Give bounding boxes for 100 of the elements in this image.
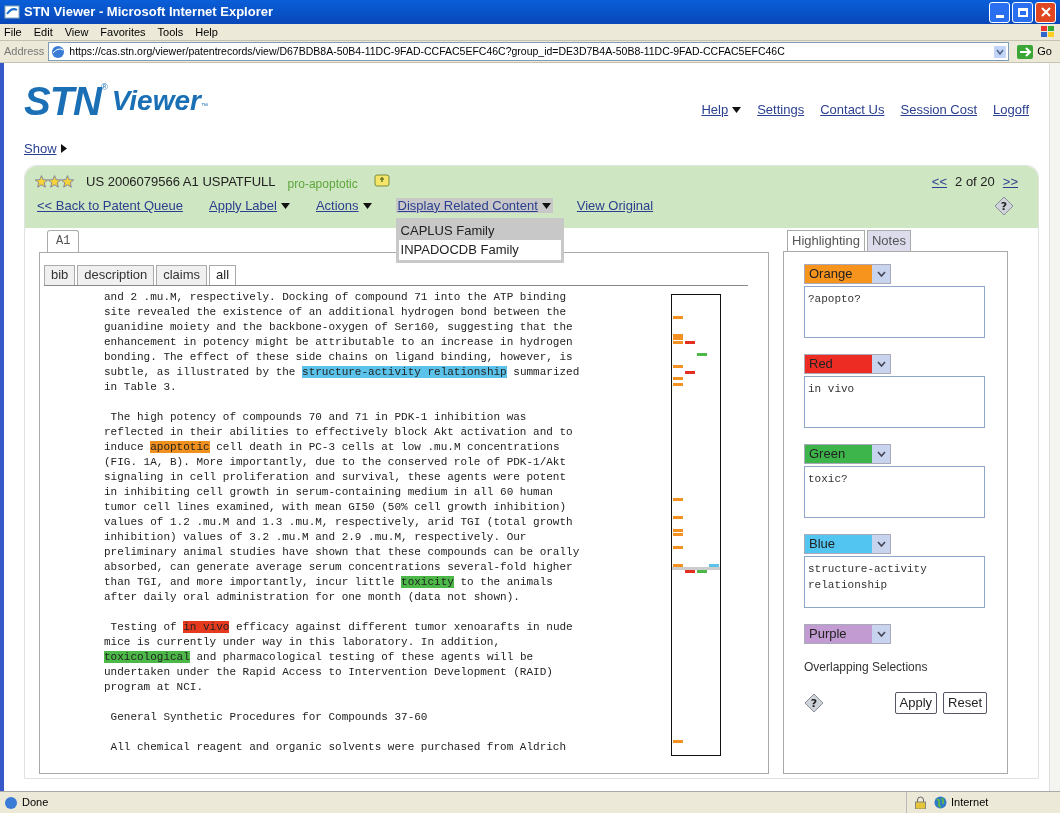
- menu-item[interactable]: Help: [195, 23, 218, 41]
- color-select[interactable]: Blue: [804, 533, 891, 554]
- chevron-down-icon: [876, 450, 886, 457]
- color-select[interactable]: Purple: [804, 623, 891, 644]
- overlap-label: Overlapping Selections: [804, 658, 929, 676]
- text-line: in Table 3.: [104, 379, 178, 395]
- text-line: (FIG. 1A, B). More importantly, due to the conserved role of PDK-1/Akt: [104, 454, 568, 470]
- nav-link[interactable]: Logoff: [993, 99, 1029, 119]
- form-button[interactable]: Apply: [894, 691, 938, 714]
- lock-icon: [915, 796, 926, 809]
- note-icon[interactable]: [373, 174, 390, 189]
- text-line: site revealed the existence of an additional hydrogen bond between the: [104, 304, 568, 320]
- address-field[interactable]: https://cas.stn.org/viewer/patentrecords/view/D67BDB8A-50B4-11DC-9FAD-CCFAC5EFC46C?group_id=DE3D7B4A-50B8-11DC-9FAD-CCFAC5EFC46C: [48, 42, 1010, 61]
- close-icon: [1040, 7, 1051, 17]
- globe-icon: [934, 796, 947, 809]
- terms-field[interactable]: structure-activity relationship: [804, 555, 985, 608]
- text-line: The high potency of compounds 70 and 71 in PDK-1 inhibition was: [109, 409, 528, 425]
- nav-link[interactable]: Session Cost: [900, 99, 978, 119]
- maximize-button[interactable]: [1012, 1, 1033, 23]
- color-select[interactable]: Orange: [804, 263, 891, 284]
- menu-item[interactable]: File: [4, 23, 22, 41]
- text-line: undertaken under the Rapid Access to Intervention Development (RAID): [104, 664, 554, 680]
- color-select[interactable]: Red: [804, 353, 891, 374]
- text-line: enhancement in potency might be attributable to an increase in hydrogen: [104, 334, 574, 350]
- browser-icon: [4, 4, 20, 20]
- nav-link[interactable]: Contact Us: [820, 99, 885, 119]
- page-icon: [51, 44, 66, 59]
- section-tab[interactable]: bib: [44, 264, 76, 285]
- window-title: STN Viewer - Microsoft Internet Explorer: [24, 3, 274, 22]
- menu-option[interactable]: INPADOCDB Family: [398, 240, 561, 260]
- help-icon[interactable]: ?: [804, 692, 824, 713]
- next-link[interactable]: >>: [1002, 171, 1018, 192]
- record-label: pro-apoptotic: [287, 175, 358, 193]
- terms-field[interactable]: toxic?: [804, 465, 985, 518]
- section-tab[interactable]: description: [77, 264, 155, 285]
- form-button[interactable]: Reset: [943, 691, 987, 714]
- text-line: reflected in their abilities to effectively block Akt activation and to: [104, 424, 574, 440]
- chevron-down-icon: [876, 360, 886, 367]
- text-line: signaling in cell proliferation and survival, these agents were potent: [104, 469, 568, 485]
- nav-link[interactable]: Settings: [757, 99, 805, 119]
- previous-link[interactable]: <<: [931, 171, 948, 192]
- side-tab[interactable]: Highlighting: [787, 229, 865, 251]
- menu-item[interactable]: View: [64, 23, 89, 41]
- section-tab[interactable]: claims: [156, 264, 208, 285]
- status-text: Done: [22, 795, 50, 811]
- text-line: than TGI, and more importantly, incur little toxicity to the animals: [104, 574, 554, 590]
- side-tab[interactable]: Notes: [866, 229, 911, 251]
- text-line: preliminary animal studies have shown that these compounds can be orally: [104, 544, 581, 560]
- close-button[interactable]: [1035, 1, 1056, 23]
- document-tab[interactable]: A1: [47, 229, 80, 252]
- page-position: 2 of 20: [955, 172, 995, 191]
- go-button[interactable]: Go: [1013, 43, 1056, 60]
- text-line: subtle, as illustrated by the structure-activity relationship summarized: [104, 364, 581, 380]
- terms-field[interactable]: ?apopto?: [804, 285, 985, 338]
- chevron-down-icon: [876, 540, 886, 547]
- toolbar-link[interactable]: Actions: [313, 197, 374, 213]
- menu-item[interactable]: Tools: [157, 23, 184, 41]
- color-select[interactable]: Green: [804, 443, 891, 464]
- text-line: toxicological and pharmacological testing of these agents will be: [104, 649, 535, 665]
- text-line: All chemical reagent and organic solvents were purchased from Aldrich: [109, 739, 568, 755]
- menu-option[interactable]: CAPLUS Family: [398, 220, 561, 241]
- text-line: General Synthetic Procedures for Compounds 37-60: [109, 709, 429, 725]
- star-icon: [61, 175, 74, 188]
- record-title: US 2006079566 A1 USPATFULL: [86, 172, 276, 191]
- text-line: guanidine moiety and the backbone-oxygen of Ser160, suggesting that the: [104, 319, 574, 335]
- text-line: after daily oral administration for one month (data not shown).: [104, 589, 521, 605]
- text-line: absorbed, can generate average serum concentrations several-fold higher: [104, 559, 574, 575]
- toolbar-link[interactable]: << Back to Patent Queue: [35, 197, 185, 213]
- toolbar-link[interactable]: Apply Label: [207, 197, 292, 213]
- show-link[interactable]: Show: [24, 139, 67, 159]
- chevron-down-icon: [876, 270, 886, 277]
- toolbar-link[interactable]: View Original: [574, 197, 656, 213]
- minimize-button[interactable]: [989, 1, 1010, 23]
- section-tab[interactable]: all: [209, 264, 237, 285]
- help-icon[interactable]: ?: [994, 195, 1014, 216]
- zone-text: Internet: [951, 795, 989, 811]
- text-line: Testing of in vivo efficacy against different tumor xenoarafts in nude: [109, 619, 574, 635]
- text-line: in inhibiting cell growth in serum-containing medium in all 60 human: [104, 484, 554, 500]
- address-label: Address: [4, 44, 45, 60]
- text-line: bonding. The effect of these side chains on ligand binding, however, is: [104, 349, 574, 365]
- chevron-down-icon: [876, 630, 886, 637]
- text-line: program at NCI.: [104, 679, 205, 695]
- dropdown-arrow-icon[interactable]: [994, 45, 1007, 58]
- text-line: induce apoptotic cell death in PC-3 cells at low .mu.M concentrations: [104, 439, 561, 455]
- page-icon: [4, 795, 18, 810]
- triangle-right-icon: [60, 144, 67, 154]
- menu-item[interactable]: Edit: [33, 23, 53, 41]
- star-icon: [48, 175, 61, 188]
- arrow-right-icon: [1017, 44, 1034, 59]
- toolbar-link[interactable]: Display Related Content: [395, 197, 553, 213]
- text-line: tumor cell lines examined, with mean GI50 (50% cell growth inhibition): [104, 499, 568, 515]
- terms-field[interactable]: in vivo: [804, 375, 985, 428]
- text-line: and 2 .mu.M, respectively. Docking of compound 71 into the ATP binding: [104, 289, 568, 305]
- text-line: inhibition) values of 3.2 .mu.M and 2.9 .mu.M, respectively. Our: [104, 529, 528, 545]
- windows-logo-icon: [1040, 25, 1056, 39]
- star-icon: [35, 175, 48, 188]
- nav-link[interactable]: Help: [701, 99, 742, 119]
- menu-item[interactable]: Favorites: [100, 23, 146, 41]
- text-line: values of 1.2 .mu.M and 1.3 .mu.M, respectively, arid TGI (total growth: [104, 514, 574, 530]
- text-line: mice is currently under way in this laboratory. In addition,: [104, 634, 502, 650]
